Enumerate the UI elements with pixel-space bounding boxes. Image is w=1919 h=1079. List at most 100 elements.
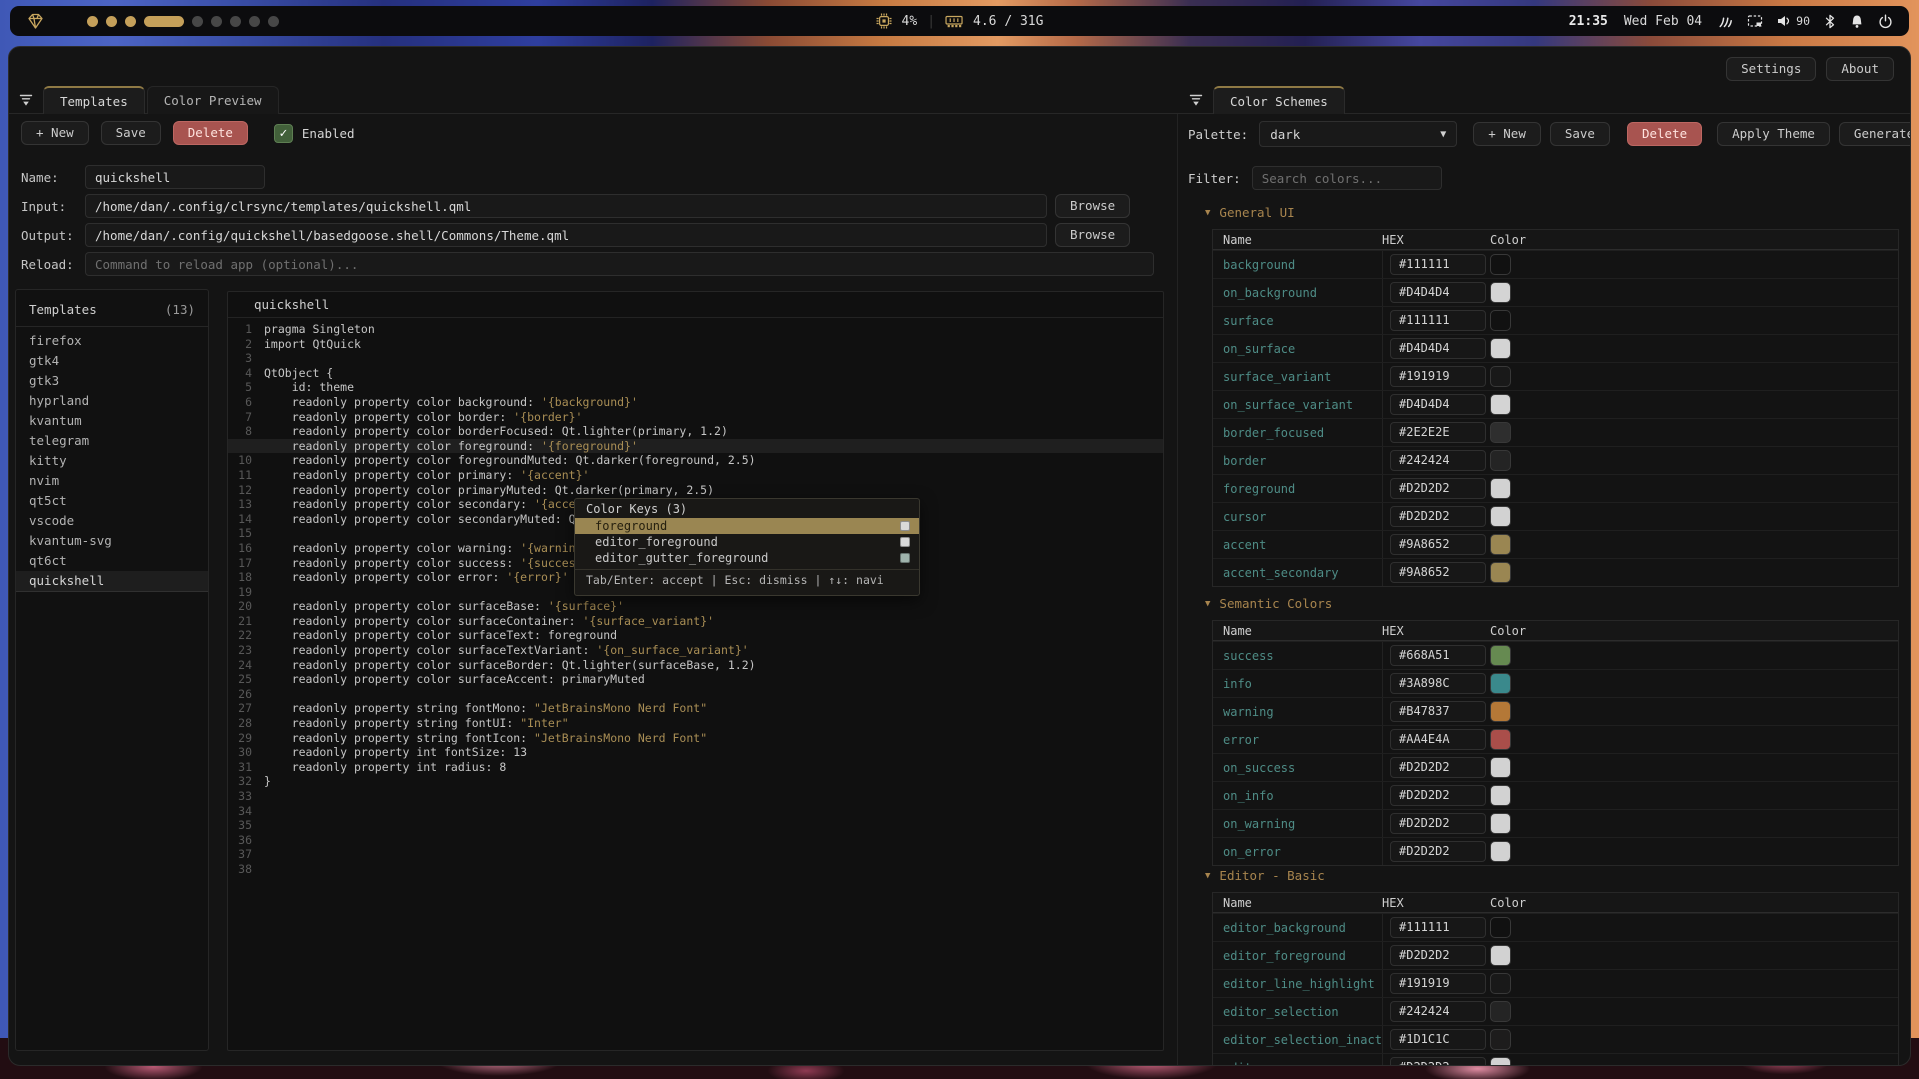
section-header[interactable]: ▼Semantic Colors [1205,596,1332,611]
color-table-row[interactable]: accent_secondary#9A8652 [1213,558,1898,586]
color-table-row[interactable]: cursor#D2D2D2 [1213,502,1898,530]
color-table-row[interactable]: on_error#D2D2D2 [1213,837,1898,865]
palette-dropdown[interactable]: dark ▼ [1259,121,1457,147]
template-list-item[interactable]: kvantum-svg [16,531,208,551]
color-swatch[interactable] [1490,917,1511,938]
color-table-row[interactable]: on_background#D4D4D4 [1213,278,1898,306]
new-template-button[interactable]: + New [21,121,89,145]
template-list-item[interactable]: qt6ct [16,551,208,571]
code-area[interactable]: 1pragma Singleton2import QtQuick34QtObje… [228,318,1163,877]
workspace-dot-occupied[interactable] [125,16,136,27]
save-template-button[interactable]: Save [101,121,161,145]
color-swatch[interactable] [1490,673,1511,694]
hex-value-input[interactable]: #111111 [1390,310,1486,331]
template-list-item[interactable]: qt5ct [16,491,208,511]
hex-value-input[interactable]: #D2D2D2 [1390,757,1486,778]
hex-value-input[interactable]: #9A8652 [1390,562,1486,583]
gem-logo-icon[interactable] [26,13,45,30]
color-table-row[interactable]: border_focused#2E2E2E [1213,418,1898,446]
color-table-row[interactable]: on_success#D2D2D2 [1213,753,1898,781]
color-table-row[interactable]: surface#111111 [1213,306,1898,334]
input-browse-button[interactable]: Browse [1055,194,1130,218]
color-swatch[interactable] [1490,562,1511,583]
color-table-row[interactable]: on_surface_variant#D4D4D4 [1213,390,1898,418]
workspace-dot-empty[interactable] [268,16,279,27]
output-path-input[interactable] [85,223,1047,247]
template-list-item[interactable]: hyprland [16,391,208,411]
workspace-dot-empty[interactable] [211,16,222,27]
input-path-input[interactable] [85,194,1047,218]
autocomplete-item[interactable]: editor_gutter_foreground [575,550,919,566]
hex-value-input[interactable]: #AA4E4A [1390,729,1486,750]
hex-value-input[interactable]: #D2D2D2 [1390,945,1486,966]
color-swatch[interactable] [1490,254,1511,275]
notifications-bell-icon[interactable] [1850,14,1864,29]
reload-command-input[interactable] [85,252,1154,276]
color-table-row[interactable]: on_warning#D2D2D2 [1213,809,1898,837]
hex-value-input[interactable]: #242424 [1390,450,1486,471]
color-swatch[interactable] [1490,701,1511,722]
hex-value-input[interactable]: #D4D4D4 [1390,282,1486,303]
color-swatch[interactable] [1490,729,1511,750]
save-palette-button[interactable]: Save [1550,122,1610,146]
delete-template-button[interactable]: Delete [173,121,248,145]
color-table-row[interactable]: editor_background#111111 [1213,913,1898,941]
hex-value-input[interactable]: #668A51 [1390,645,1486,666]
hex-value-input[interactable]: #D2D2D2 [1390,841,1486,862]
template-list-item[interactable]: kitty [16,451,208,471]
color-table-row[interactable]: editor_line_highlight#191919 [1213,969,1898,997]
workspace-dot-occupied[interactable] [106,16,117,27]
name-input[interactable] [85,165,265,189]
color-table-row[interactable]: editor_foreground#D2D2D2 [1213,941,1898,969]
color-table-row[interactable]: foreground#D2D2D2 [1213,474,1898,502]
hex-value-input[interactable]: #D2D2D2 [1390,785,1486,806]
section-header[interactable]: ▼Editor - Basic [1205,868,1325,883]
filter-icon[interactable] [1189,94,1203,107]
color-swatch[interactable] [1490,1029,1511,1050]
color-table-row[interactable]: surface_variant#191919 [1213,362,1898,390]
color-swatch[interactable] [1490,282,1511,303]
tab-color-schemes[interactable]: Color Schemes [1213,86,1345,114]
color-table-row[interactable]: editor_selection#242424 [1213,997,1898,1025]
workspace-active-pill[interactable] [144,16,184,27]
tab-templates[interactable]: Templates [43,86,145,114]
color-search-input[interactable] [1252,166,1442,190]
template-editor[interactable]: quickshell 1pragma Singleton2import QtQu… [227,291,1164,1051]
hex-value-input[interactable]: #D2D2D2 [1390,506,1486,527]
hex-value-input[interactable]: #D2D2D2 [1390,813,1486,834]
tab-color-preview[interactable]: Color Preview [147,86,279,114]
template-list-item[interactable]: vscode [16,511,208,531]
color-table-row[interactable]: editor_cursor#D2D2D2 [1213,1053,1898,1066]
hex-value-input[interactable]: #D4D4D4 [1390,394,1486,415]
color-swatch[interactable] [1490,450,1511,471]
power-icon[interactable] [1878,14,1893,29]
hex-value-input[interactable]: #B47837 [1390,701,1486,722]
workspace-dot-empty[interactable] [192,16,203,27]
hex-value-input[interactable]: #191919 [1390,366,1486,387]
hex-value-input[interactable]: #9A8652 [1390,534,1486,555]
color-swatch[interactable] [1490,1057,1511,1066]
template-list-item[interactable]: gtk4 [16,351,208,371]
color-swatch[interactable] [1490,841,1511,862]
screenshot-tool-icon[interactable] [1747,14,1763,28]
hex-value-input[interactable]: #111111 [1390,917,1486,938]
autocomplete-item[interactable]: foreground [575,518,919,534]
color-swatch[interactable] [1490,757,1511,778]
color-swatch[interactable] [1490,973,1511,994]
volume-control[interactable]: 90 [1777,14,1810,28]
section-header[interactable]: ▼General UI [1205,205,1295,220]
settings-button[interactable]: Settings [1726,57,1816,81]
hex-value-input[interactable]: #3A898C [1390,673,1486,694]
workspace-dot-empty[interactable] [249,16,260,27]
color-table-row[interactable]: on_info#D2D2D2 [1213,781,1898,809]
color-swatch[interactable] [1490,338,1511,359]
color-table-row[interactable]: on_surface#D4D4D4 [1213,334,1898,362]
filter-icon[interactable] [19,94,33,107]
color-swatch[interactable] [1490,478,1511,499]
output-browse-button[interactable]: Browse [1055,223,1130,247]
clock-time[interactable]: 21:35 [1569,14,1608,29]
color-swatch[interactable] [1490,785,1511,806]
hex-value-input[interactable]: #D4D4D4 [1390,338,1486,359]
color-swatch[interactable] [1490,394,1511,415]
bluetooth-icon[interactable] [1824,14,1836,29]
